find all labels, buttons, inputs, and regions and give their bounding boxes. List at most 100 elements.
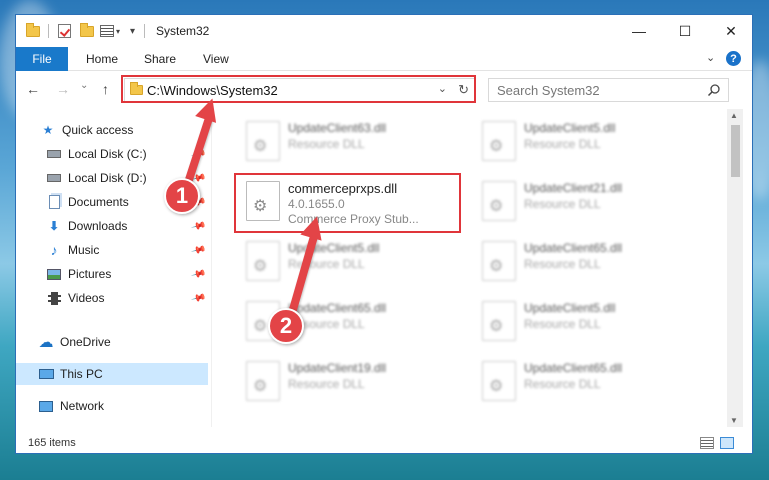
vertical-scrollbar[interactable]: ▲ ▼: [727, 109, 743, 427]
scroll-down-arrow-icon[interactable]: ▼: [730, 416, 738, 425]
pin-icon: 📌: [189, 266, 206, 282]
search-icon: [707, 84, 720, 97]
file-item[interactable]: UpdateClient5.dll Resource DLL: [474, 115, 704, 169]
sidebar-item-music[interactable]: ♪ Music 📌: [16, 239, 208, 261]
dll-file-icon: [246, 121, 280, 161]
close-button[interactable]: ✕: [708, 15, 754, 47]
forward-arrow-icon[interactable]: →: [56, 81, 70, 97]
drive-icon: [46, 146, 62, 162]
sidebar-item-videos[interactable]: Videos 📌: [16, 287, 208, 309]
pin-icon: 📌: [189, 218, 206, 234]
file-name: UpdateClient65.dll: [288, 301, 387, 315]
file-item[interactable]: UpdateClient5.dll Resource DLL: [474, 295, 704, 349]
sidebar-item-downloads[interactable]: ⬇ Downloads 📌: [16, 215, 208, 237]
expand-ribbon-chevron-down-icon[interactable]: ⌄: [706, 51, 715, 64]
sidebar-item-label: Quick access: [62, 123, 134, 137]
dll-file-icon: [482, 361, 516, 401]
tab-share[interactable]: Share: [144, 52, 176, 66]
file-item[interactable]: UpdateClient21.dll Resource DLL: [474, 175, 704, 229]
item-count: 165 items: [28, 437, 76, 449]
back-arrow-icon[interactable]: ←: [26, 81, 40, 97]
drive-icon: [46, 170, 62, 186]
new-folder-icon[interactable]: [80, 22, 94, 39]
tab-home[interactable]: Home: [86, 52, 118, 66]
file-name: UpdateClient5.dll: [524, 121, 616, 135]
file-name: UpdateClient65.dll: [524, 241, 623, 255]
sidebar-item-this-pc[interactable]: This PC: [16, 363, 208, 385]
search-input[interactable]: Search System32: [497, 83, 600, 98]
file-description: Resource DLL: [524, 197, 601, 211]
network-icon: [38, 398, 54, 414]
file-item[interactable]: UpdateClient63.dll Resource DLL: [238, 115, 468, 169]
file-description: Resource DLL: [524, 377, 601, 391]
navigation-pane: ★ Quick access Local Disk (C:) 📌 Local D…: [16, 109, 212, 427]
customize-toolbar-icon[interactable]: ▾: [130, 23, 135, 39]
star-icon: ★: [42, 123, 54, 137]
sidebar-item-label: Videos: [68, 291, 105, 305]
window-title: System32: [156, 24, 210, 38]
file-item[interactable]: UpdateClient65.dll Resource DLL: [474, 235, 704, 289]
scroll-up-arrow-icon[interactable]: ▲: [730, 111, 738, 120]
file-name: UpdateClient5.dll: [288, 241, 380, 255]
sidebar-item-label: Network: [60, 399, 105, 413]
sidebar-item-local-disk-c[interactable]: Local Disk (C:) 📌: [16, 143, 208, 165]
tab-view[interactable]: View: [203, 52, 229, 66]
sidebar-item-network[interactable]: Network: [16, 395, 208, 417]
file-description: Resource DLL: [288, 377, 365, 391]
sidebar-item-label: Local Disk (C:): [68, 147, 147, 161]
pin-icon: 📌: [189, 242, 206, 258]
sidebar-item-label: Music: [68, 243, 100, 257]
computer-icon: [38, 366, 54, 382]
recent-locations-chevron-icon[interactable]: ⌄: [80, 80, 88, 91]
file-description: Resource DLL: [524, 257, 601, 271]
pictures-icon: [46, 266, 62, 282]
title-bar: ▾ ▾ System32 — ☐ ✕: [16, 15, 752, 47]
properties-icon[interactable]: ▾: [100, 23, 120, 39]
folder-icon[interactable]: [26, 22, 40, 39]
help-icon[interactable]: ?: [726, 51, 741, 66]
up-arrow-icon[interactable]: ↑: [102, 81, 109, 97]
sidebar-item-label: Pictures: [68, 267, 112, 281]
file-item[interactable]: UpdateClient19.dll Resource DLL: [238, 355, 468, 409]
dll-file-icon: [246, 241, 280, 281]
separator: [48, 23, 49, 39]
minimize-button[interactable]: —: [616, 15, 662, 47]
maximize-button[interactable]: ☐: [662, 15, 708, 47]
documents-icon: [46, 194, 62, 210]
file-highlight: [234, 173, 461, 233]
file-item[interactable]: UpdateClient5.dll Resource DLL: [238, 235, 468, 289]
tab-file[interactable]: File: [16, 47, 68, 71]
properties-check-icon[interactable]: [58, 23, 71, 39]
file-name: UpdateClient63.dll: [288, 121, 387, 135]
status-bar: 165 items: [16, 433, 752, 455]
address-bar-highlight: [121, 75, 476, 103]
dll-file-icon: [482, 241, 516, 281]
sidebar-item-quick-access[interactable]: ★ Quick access: [16, 119, 208, 141]
cloud-icon: ☁: [38, 334, 54, 351]
scroll-thumb[interactable]: [731, 125, 740, 177]
file-list: UpdateClient63.dll Resource DLL UpdateCl…: [216, 109, 726, 427]
file-name: UpdateClient19.dll: [288, 361, 387, 375]
sidebar-item-label: This PC: [60, 367, 103, 381]
search-box[interactable]: Search System32: [488, 78, 729, 102]
dll-file-icon: [482, 301, 516, 341]
pin-icon: 📌: [189, 290, 206, 306]
details-view-icon[interactable]: [700, 437, 714, 449]
dll-file-icon: [482, 121, 516, 161]
videos-icon: [46, 290, 62, 306]
dll-file-icon: [246, 361, 280, 401]
file-name: UpdateClient21.dll: [524, 181, 623, 195]
sidebar-item-onedrive[interactable]: ☁ OneDrive: [16, 331, 208, 353]
file-name: UpdateClient5.dll: [524, 301, 616, 315]
file-name: UpdateClient65.dll: [524, 361, 623, 375]
sidebar-item-pictures[interactable]: Pictures 📌: [16, 263, 208, 285]
separator: [144, 23, 145, 39]
sidebar-item-label: OneDrive: [60, 335, 111, 349]
dll-file-icon: [482, 181, 516, 221]
file-item[interactable]: UpdateClient65.dll Resource DLL: [474, 355, 704, 409]
ribbon: File Home Share View ⌄ ?: [16, 47, 752, 71]
download-icon: ⬇: [48, 219, 60, 233]
sidebar-item-label: Downloads: [68, 219, 128, 233]
file-description: Resource DLL: [524, 317, 601, 331]
large-icons-view-icon[interactable]: [720, 437, 734, 449]
